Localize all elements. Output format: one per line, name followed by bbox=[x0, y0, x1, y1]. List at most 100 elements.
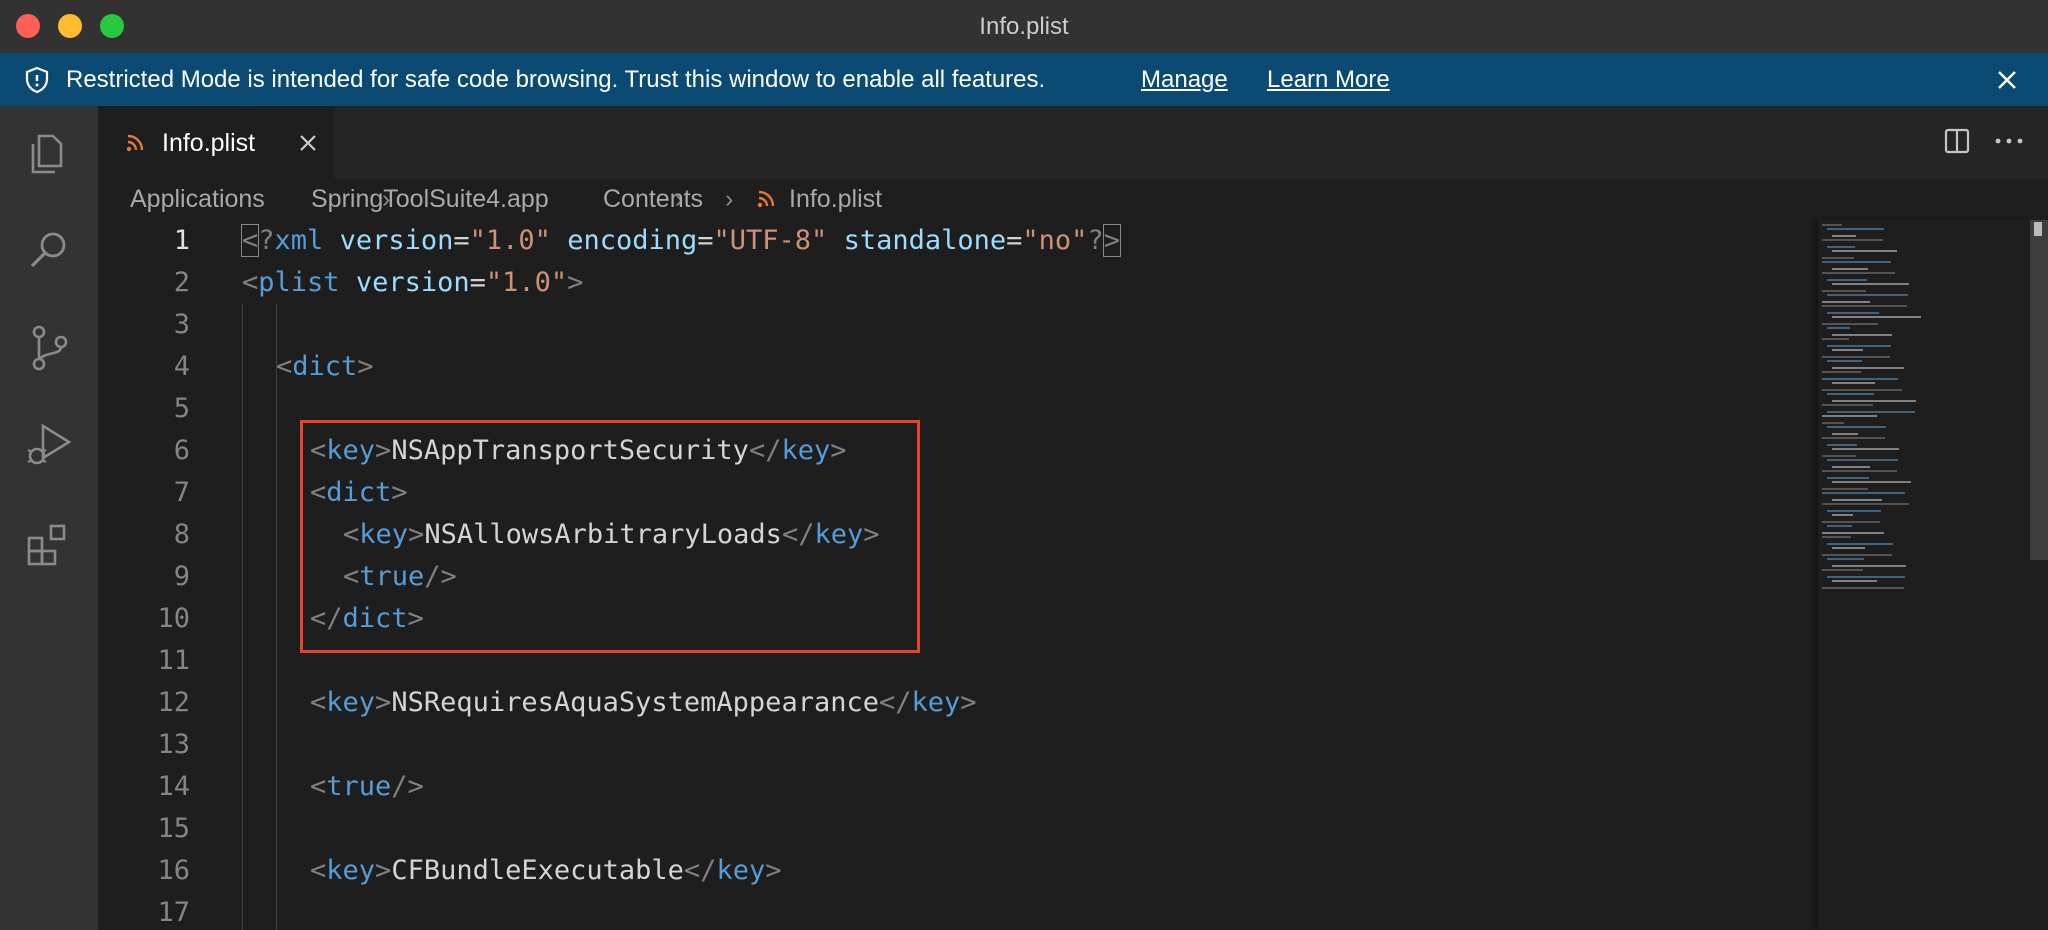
minimap-line bbox=[1832, 499, 1882, 501]
minimap-line bbox=[1827, 477, 1869, 479]
manage-link[interactable]: Manage bbox=[1141, 53, 1228, 106]
code-line-14: 14 <true/> bbox=[98, 766, 1818, 808]
rss-icon bbox=[757, 190, 775, 208]
line-content: <true/> bbox=[310, 771, 424, 802]
minimap-line bbox=[1827, 312, 1879, 314]
rss-icon bbox=[126, 134, 144, 152]
line-number: 14 bbox=[157, 771, 190, 802]
minimap-line bbox=[1832, 466, 1870, 468]
search-icon[interactable] bbox=[23, 224, 75, 276]
window-title: Info.plist bbox=[979, 13, 1069, 40]
line-content: <plist version="1.0"> bbox=[242, 267, 584, 298]
minimap-line bbox=[1822, 569, 1863, 571]
code-line-16: 16 <key>CFBundleExecutable</key> bbox=[98, 850, 1818, 892]
minimap-line bbox=[1822, 305, 1907, 307]
minimap-line bbox=[1822, 492, 1905, 494]
close-icon[interactable] bbox=[298, 133, 318, 153]
minimap[interactable] bbox=[1818, 220, 2030, 930]
minimap-line bbox=[1827, 294, 1908, 296]
minimap-line bbox=[1822, 587, 1904, 589]
minimap-line bbox=[1832, 349, 1863, 351]
minimap-line bbox=[1822, 239, 1883, 241]
breadcrumb-item-springtoolsuite[interactable]: SpringToolSuite4.app bbox=[311, 178, 549, 220]
minimap-line bbox=[1822, 272, 1895, 274]
minimap-line bbox=[1827, 246, 1855, 248]
minimap-line bbox=[1832, 367, 1904, 369]
minimap-line bbox=[1832, 250, 1897, 252]
minimap-line bbox=[1832, 235, 1856, 237]
chevron-right-icon: › bbox=[725, 185, 734, 213]
vscode-window: Info.plist Restricted Mode is intended f… bbox=[0, 0, 2048, 930]
minimap-line bbox=[1832, 316, 1921, 318]
minimap-line bbox=[1827, 393, 1874, 395]
minimap-line bbox=[1822, 488, 1868, 490]
minimap-line bbox=[1832, 547, 1865, 549]
breadcrumb-item-info-plist[interactable]: Info.plist bbox=[789, 178, 882, 220]
restricted-mode-banner: Restricted Mode is intended for safe cod… bbox=[0, 53, 2048, 106]
minimap-line bbox=[1822, 389, 1902, 391]
line-number: 11 bbox=[157, 645, 190, 676]
minimap-line bbox=[1822, 503, 1909, 505]
line-number: 15 bbox=[157, 813, 190, 844]
line-number: 17 bbox=[157, 897, 190, 928]
banner-message: Restricted Mode is intended for safe cod… bbox=[66, 66, 1046, 93]
minimap-line bbox=[1827, 444, 1857, 446]
more-actions-icon[interactable] bbox=[1986, 126, 2032, 156]
scrollbar-cursor-marker bbox=[2034, 222, 2042, 236]
line-content: <key>NSRequiresAquaSystemAppearance</key… bbox=[310, 687, 977, 718]
minimap-line bbox=[1822, 422, 1844, 424]
minimap-line bbox=[1827, 558, 1864, 560]
minimap-line bbox=[1832, 433, 1858, 435]
minimap-line bbox=[1822, 532, 1884, 534]
minimap-line bbox=[1827, 411, 1915, 413]
minimap-line bbox=[1827, 327, 1850, 329]
extensions-icon[interactable] bbox=[23, 518, 75, 570]
minimap-line bbox=[1832, 580, 1877, 582]
minimap-line bbox=[1822, 521, 1880, 523]
line-number: 7 bbox=[173, 477, 190, 508]
minimap-line bbox=[1822, 290, 1866, 292]
tab-label: Info.plist bbox=[162, 129, 256, 157]
line-number: 9 bbox=[173, 561, 190, 592]
minimap-line bbox=[1827, 459, 1898, 461]
title-bar: Info.plist bbox=[0, 0, 2048, 53]
breadcrumb-item-contents[interactable]: Contents bbox=[603, 178, 703, 220]
line-number: 16 bbox=[157, 855, 190, 886]
minimap-line bbox=[1827, 279, 1867, 281]
minimap-line bbox=[1822, 301, 1870, 303]
minimap-line bbox=[1822, 378, 1898, 380]
code-line-3: 3 bbox=[98, 304, 1818, 346]
minimap-line bbox=[1827, 525, 1852, 527]
minimap-line bbox=[1822, 356, 1890, 358]
source-control-icon[interactable] bbox=[23, 322, 75, 374]
activity-bar bbox=[0, 106, 98, 930]
minimap-line bbox=[1822, 404, 1873, 406]
learn-more-link[interactable]: Learn More bbox=[1267, 53, 1390, 106]
minimap-line bbox=[1822, 415, 1877, 417]
split-editor-icon[interactable] bbox=[1940, 126, 1974, 156]
line-content: <?xml version="1.0" encoding="UTF-8" sta… bbox=[240, 224, 1121, 257]
minimap-line bbox=[1822, 371, 1861, 373]
minimap-line bbox=[1827, 360, 1862, 362]
code-line-1: 1 <?xml version="1.0" encoding="UTF-8" s… bbox=[98, 220, 1818, 262]
vertical-scrollbar-thumb[interactable] bbox=[2030, 220, 2048, 560]
minimap-line bbox=[1822, 261, 1891, 263]
code-line-2: 2 <plist version="1.0"> bbox=[98, 262, 1818, 304]
code-line-15: 15 bbox=[98, 808, 1818, 850]
line-number: 2 bbox=[173, 267, 190, 298]
tab-info-plist[interactable]: Info.plist bbox=[98, 106, 334, 178]
line-number: 13 bbox=[157, 729, 190, 760]
code-line-4: 4 <dict> bbox=[98, 346, 1818, 388]
line-content: <dict> bbox=[276, 351, 374, 382]
minimap-line bbox=[1827, 510, 1881, 512]
line-number: 3 bbox=[173, 309, 190, 340]
code-line-13: 13 bbox=[98, 724, 1818, 766]
line-number: 10 bbox=[157, 603, 190, 634]
line-content: <key>CFBundleExecutable</key> bbox=[310, 855, 782, 886]
minimap-line bbox=[1827, 228, 1884, 230]
code-line-17: 17 bbox=[98, 892, 1818, 930]
run-debug-icon[interactable] bbox=[23, 420, 75, 472]
close-icon[interactable] bbox=[1994, 67, 2020, 93]
breadcrumb-item-applications[interactable]: Applications bbox=[130, 178, 265, 220]
explorer-icon[interactable] bbox=[23, 126, 75, 178]
